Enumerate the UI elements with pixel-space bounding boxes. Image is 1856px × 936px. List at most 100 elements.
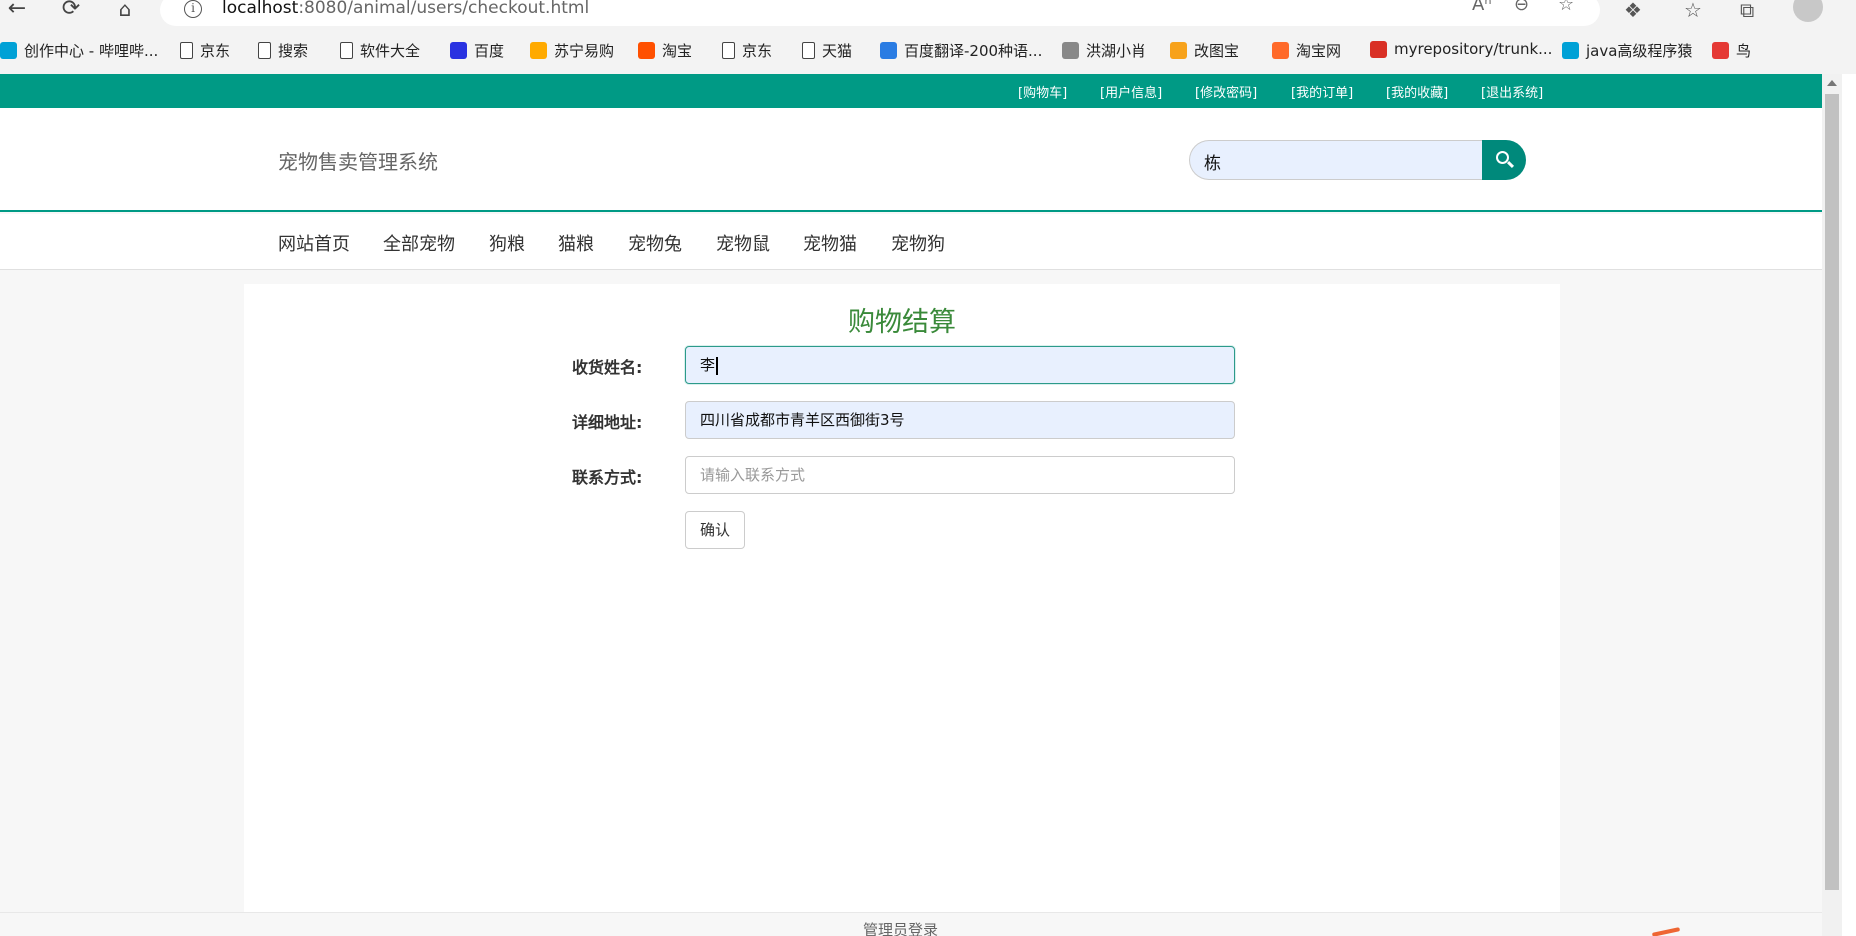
- page-icon: [340, 42, 353, 59]
- menu-item-all-pets[interactable]: 全部宠物: [383, 230, 455, 256]
- bookmark-label: java高级程序猿: [1586, 42, 1693, 60]
- bilibili-icon: [1562, 42, 1579, 59]
- bilibili-icon: [0, 42, 17, 59]
- bookmark-label: 百度: [474, 42, 505, 60]
- bookmark-item[interactable]: 百度: [450, 40, 504, 61]
- bookmark-label: 淘宝网: [1296, 42, 1342, 60]
- scroll-up-icon[interactable]: [1827, 80, 1837, 86]
- admin-login-link[interactable]: 管理员登录: [863, 919, 938, 936]
- bookmark-item[interactable]: 软件大全: [340, 40, 420, 61]
- contact-label: 联系方式:: [572, 468, 643, 487]
- bookmark-label: 软件大全: [360, 42, 421, 60]
- bookmark-label: myrepository/trunk...: [1394, 40, 1553, 58]
- bookmark-label: 京东: [200, 42, 231, 60]
- bookmarks-bar: 创作中心 - 哔哩哔... 京东 搜索 软件大全 百度 苏宁易购 淘宝 京东 天猫 百度翻译-20…: [0, 36, 1856, 66]
- receiver-name-value: 李: [700, 356, 716, 374]
- site-header: 宠物售卖管理系统 栋: [0, 108, 1822, 212]
- checkout-panel: 购物结算 收货姓名: 李 详细地址: 四川省成都市青羊区西御街3号 联系方式: …: [244, 284, 1560, 912]
- url-path: :8080/animal/users/checkout.html: [298, 0, 590, 18]
- menu-item-rabbit[interactable]: 宠物兔: [628, 230, 682, 256]
- bookmark-item[interactable]: 搜索: [258, 40, 308, 61]
- taobao-icon: [1272, 42, 1289, 59]
- bookmark-label: 创作中心 - 哔哩哔...: [24, 42, 159, 60]
- user-info-link[interactable]: [用户信息]: [1100, 82, 1162, 101]
- bookmark-label: 苏宁易购: [554, 42, 615, 60]
- collections-icon[interactable]: ⧉: [1740, 0, 1754, 22]
- bookmark-item[interactable]: 苏宁易购: [530, 40, 614, 61]
- page-title: 购物结算: [848, 307, 956, 338]
- page-icon: [180, 42, 193, 59]
- bookmark-item[interactable]: 京东: [180, 40, 230, 61]
- contact-field[interactable]: 请输入联系方式: [685, 456, 1235, 494]
- bookmark-item[interactable]: 天猫: [802, 40, 852, 61]
- bookmark-item[interactable]: 鸟: [1712, 40, 1751, 61]
- translate-icon: [880, 42, 897, 59]
- bookmark-label: 天猫: [822, 42, 853, 60]
- address-value: 四川省成都市青羊区西御街3号: [700, 411, 905, 429]
- bookmark-item[interactable]: 淘宝: [638, 40, 692, 61]
- search-button[interactable]: [1482, 140, 1526, 180]
- bookmark-item[interactable]: 淘宝网: [1272, 40, 1341, 61]
- bookmark-label: 鸟: [1736, 42, 1752, 60]
- gaitubao-icon: [1170, 42, 1187, 59]
- menu-item-home[interactable]: 网站首页: [278, 230, 350, 256]
- address-label: 详细地址:: [572, 413, 643, 432]
- bookmark-item[interactable]: 京东: [722, 40, 772, 61]
- read-aloud-icon[interactable]: Aⁿ: [1472, 0, 1492, 15]
- chrome-icon: [1370, 40, 1387, 58]
- add-favorite-icon[interactable]: ☆: [1558, 0, 1574, 15]
- scroll-thumb[interactable]: [1825, 94, 1839, 890]
- bookmark-item[interactable]: 洪湖小肖: [1062, 40, 1146, 61]
- browser-toolbar: ← ⟳ ⌂ i localhost:8080/animal/users/chec…: [0, 0, 1856, 74]
- bookmark-label: 京东: [742, 42, 773, 60]
- menu-item-mouse[interactable]: 宠物鼠: [716, 230, 770, 256]
- change-password-link[interactable]: [修改密码]: [1195, 82, 1257, 101]
- site-title: 宠物售卖管理系统: [278, 150, 438, 174]
- bookmark-item[interactable]: 百度翻译-200种语...: [880, 40, 1042, 61]
- favorites-icon[interactable]: ☆: [1684, 0, 1702, 22]
- site-footer: 管理员登录: [0, 912, 1822, 936]
- bookmark-label: 洪湖小肖: [1086, 42, 1147, 60]
- bookmark-item[interactable]: 创作中心 - 哔哩哔...: [0, 40, 158, 61]
- url-text[interactable]: localhost:8080/animal/users/checkout.htm…: [222, 0, 589, 18]
- menu-item-cat-food[interactable]: 猫粮: [558, 230, 594, 256]
- address-bar[interactable]: i localhost:8080/animal/users/checkout.h…: [160, 0, 1600, 26]
- cart-link[interactable]: [购物车]: [1018, 82, 1067, 101]
- page-icon: [722, 42, 735, 59]
- menu-item-dog[interactable]: 宠物狗: [891, 230, 945, 256]
- suning-icon: [530, 42, 547, 59]
- bookmark-label: 搜索: [278, 42, 309, 60]
- page-scrollbar[interactable]: [1822, 74, 1842, 936]
- profile-avatar[interactable]: [1793, 0, 1823, 22]
- bookmark-label: 百度翻译-200种语...: [904, 42, 1043, 60]
- my-favorites-link[interactable]: [我的收藏]: [1386, 82, 1448, 101]
- address-field[interactable]: 四川省成都市青羊区西御街3号: [685, 401, 1235, 439]
- back-icon[interactable]: ←: [0, 0, 34, 22]
- home-icon[interactable]: ⌂: [108, 0, 142, 22]
- bookmark-item[interactable]: 改图宝: [1170, 40, 1239, 61]
- site-topbar: [购物车] [用户信息] [修改密码] [我的订单] [我的收藏] [退出系统]: [0, 74, 1822, 108]
- url-host: localhost: [222, 0, 299, 18]
- search-input[interactable]: 栋: [1189, 140, 1483, 180]
- menu-item-cat[interactable]: 宠物猫: [803, 230, 857, 256]
- bookmark-label: 改图宝: [1194, 42, 1240, 60]
- bird-icon: [1062, 42, 1079, 59]
- menu-item-dog-food[interactable]: 狗粮: [489, 230, 525, 256]
- my-orders-link[interactable]: [我的订单]: [1291, 82, 1353, 101]
- bookmark-item[interactable]: myrepository/trunk...: [1370, 40, 1552, 58]
- site-info-icon[interactable]: i: [184, 0, 202, 18]
- page-icon: [258, 42, 271, 59]
- confirm-button[interactable]: 确认: [685, 511, 745, 549]
- logout-link[interactable]: [退出系统]: [1481, 82, 1543, 101]
- receiver-name-field[interactable]: 李: [685, 346, 1235, 384]
- name-label: 收货姓名:: [572, 358, 643, 377]
- extensions-icon[interactable]: ❖: [1624, 0, 1642, 22]
- baidu-icon: [450, 42, 467, 59]
- search-value: 栋: [1204, 154, 1221, 174]
- category-menu: 网站首页 全部宠物 狗粮 猫粮 宠物兔 宠物鼠 宠物猫 宠物狗: [0, 214, 1822, 270]
- contact-placeholder: 请输入联系方式: [700, 466, 806, 484]
- bookmark-item[interactable]: java高级程序猿: [1562, 40, 1692, 61]
- zoom-out-icon[interactable]: ⊖: [1514, 0, 1529, 15]
- refresh-icon[interactable]: ⟳: [54, 0, 88, 22]
- bookmark-label: 淘宝: [662, 42, 693, 60]
